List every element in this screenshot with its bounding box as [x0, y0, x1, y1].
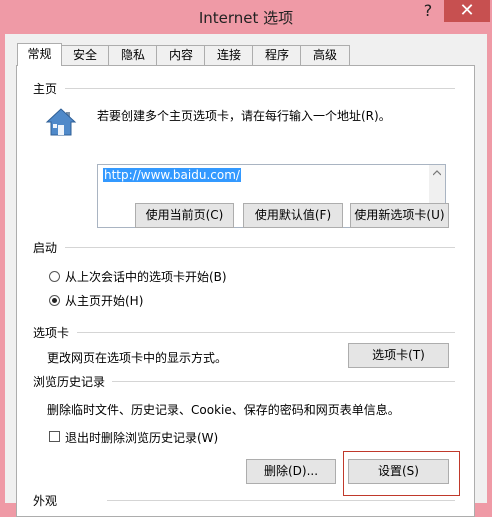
tab-general[interactable]: 常规 [17, 43, 62, 66]
tabs-divider [77, 332, 455, 333]
home-divider [65, 88, 455, 89]
startup-last-session-radio[interactable] [49, 271, 60, 282]
history-divider [112, 381, 455, 382]
history-section-title: 浏览历史记录 [33, 375, 106, 389]
title-bar: Internet 选项 ? ✕ [0, 0, 492, 34]
startup-divider [65, 247, 455, 248]
appearance-divider [107, 500, 455, 501]
scroll-up-icon[interactable] [433, 170, 441, 176]
home-url-text: http://www.baidu.com/ [103, 168, 241, 182]
tabs-button[interactable]: 选项卡(T) [348, 343, 449, 368]
use-new-tab-button[interactable]: 使用新选项卡(U) [350, 203, 449, 228]
general-panel: 主页 若要创建多个主页选项卡，请在每行输入一个地址(R)。 http://www… [16, 65, 475, 517]
appearance-section-title: 外观 [33, 494, 58, 508]
home-instruction: 若要创建多个主页选项卡，请在每行输入一个地址(R)。 [97, 109, 391, 123]
house-icon [45, 108, 77, 136]
tabs-section-title: 选项卡 [33, 326, 70, 340]
use-default-button[interactable]: 使用默认值(F) [243, 203, 343, 228]
startup-last-session-label: 从上次会话中的选项卡开始(B) [65, 270, 227, 284]
tab-programs[interactable]: 程序 [252, 45, 302, 65]
close-button[interactable]: ✕ [444, 0, 490, 22]
home-section-title: 主页 [33, 82, 58, 96]
tab-advanced[interactable]: 高级 [300, 45, 350, 65]
history-description: 删除临时文件、历史记录、Cookie、保存的密码和网页表单信息。 [47, 403, 400, 417]
startup-home-label: 从主页开始(H) [65, 294, 144, 308]
highlight-box [343, 451, 460, 496]
tab-privacy[interactable]: 隐私 [108, 45, 158, 65]
tabs-description: 更改网页在选项卡中的显示方式。 [47, 351, 228, 365]
delete-history-button[interactable]: 删除(D)... [246, 459, 336, 484]
tab-content[interactable]: 内容 [156, 45, 206, 65]
help-button[interactable]: ? [416, 0, 440, 24]
startup-home-radio[interactable] [49, 295, 60, 306]
dialog: 常规 安全 隐私 内容 连接 程序 高级 主页 若要创建多个主页选项卡，请在每行… [5, 34, 487, 517]
delete-on-exit-label: 退出时删除浏览历史记录(W) [65, 431, 219, 445]
startup-section-title: 启动 [33, 241, 58, 255]
tab-security[interactable]: 安全 [60, 45, 110, 65]
use-current-button[interactable]: 使用当前页(C) [135, 203, 234, 228]
tab-connections[interactable]: 连接 [204, 45, 254, 65]
delete-on-exit-checkbox[interactable] [49, 431, 60, 442]
